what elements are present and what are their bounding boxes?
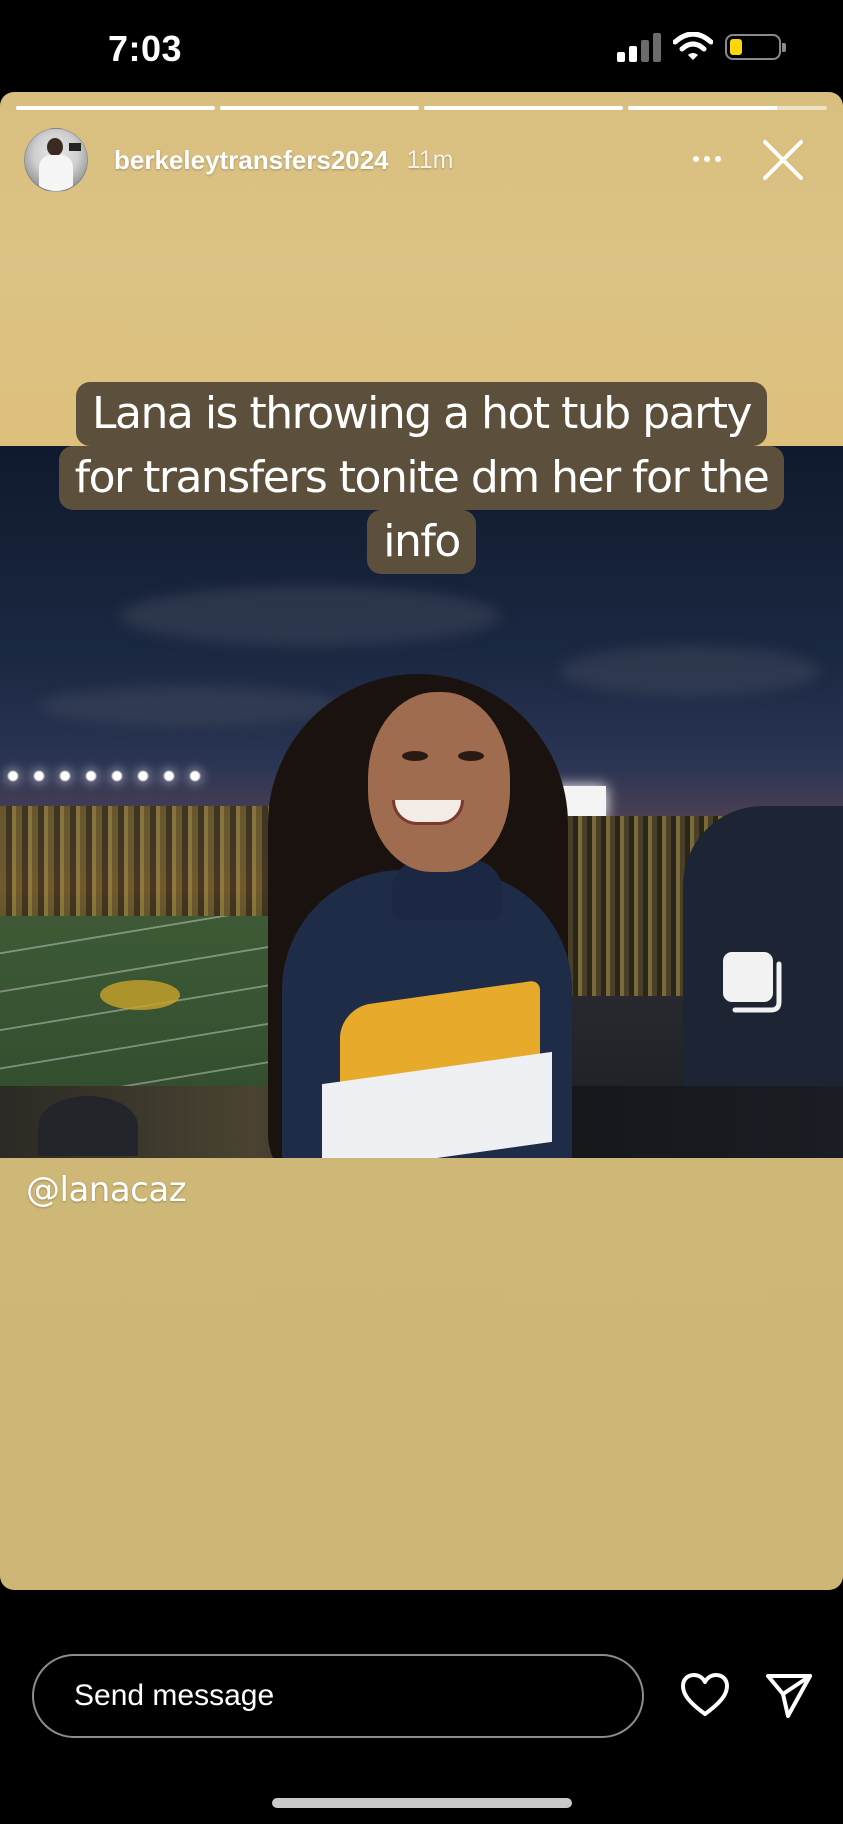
status-bar: 7:03 <box>0 0 843 92</box>
caption-line: for transfers tonite dm her for the <box>58 446 785 510</box>
story-header: berkeleytransfers2024 11m <box>24 128 823 192</box>
mention-tag[interactable]: @lanacaz <box>26 1170 187 1210</box>
story-progress-segment <box>220 106 419 110</box>
instagram-story-screen: 7:03 berkeleytransfers2024 11m Lana is t… <box>0 0 843 1824</box>
reply-bar <box>0 1590 843 1824</box>
send-icon[interactable] <box>764 1670 814 1720</box>
close-icon[interactable] <box>755 132 811 188</box>
story-card[interactable]: berkeleytransfers2024 11m Lana is throwi… <box>0 92 843 1590</box>
send-message-input[interactable] <box>32 1654 644 1738</box>
avatar[interactable] <box>24 128 88 192</box>
story-progress-bar <box>16 106 827 110</box>
caption-line: Lana is throwing a hot tub party <box>76 382 767 446</box>
story-username[interactable]: berkeleytransfers2024 <box>114 145 389 176</box>
story-caption: Lana is throwing a hot tub party for tra… <box>0 382 843 574</box>
story-time-ago: 11m <box>406 145 454 174</box>
more-options-icon[interactable] <box>687 144 727 174</box>
story-progress-segment <box>424 106 623 110</box>
cellular-signal-icon <box>617 32 661 62</box>
heart-icon[interactable] <box>680 1672 730 1718</box>
status-time: 7:03 <box>108 28 183 69</box>
story-progress-segment <box>628 106 827 110</box>
status-icons <box>617 32 786 62</box>
battery-level <box>730 39 742 55</box>
multiple-photos-icon <box>723 952 782 1013</box>
caption-line: info <box>367 510 476 574</box>
story-progress-segment <box>16 106 215 110</box>
home-indicator[interactable] <box>272 1798 572 1808</box>
wifi-icon <box>673 32 713 60</box>
battery-icon <box>725 34 786 60</box>
